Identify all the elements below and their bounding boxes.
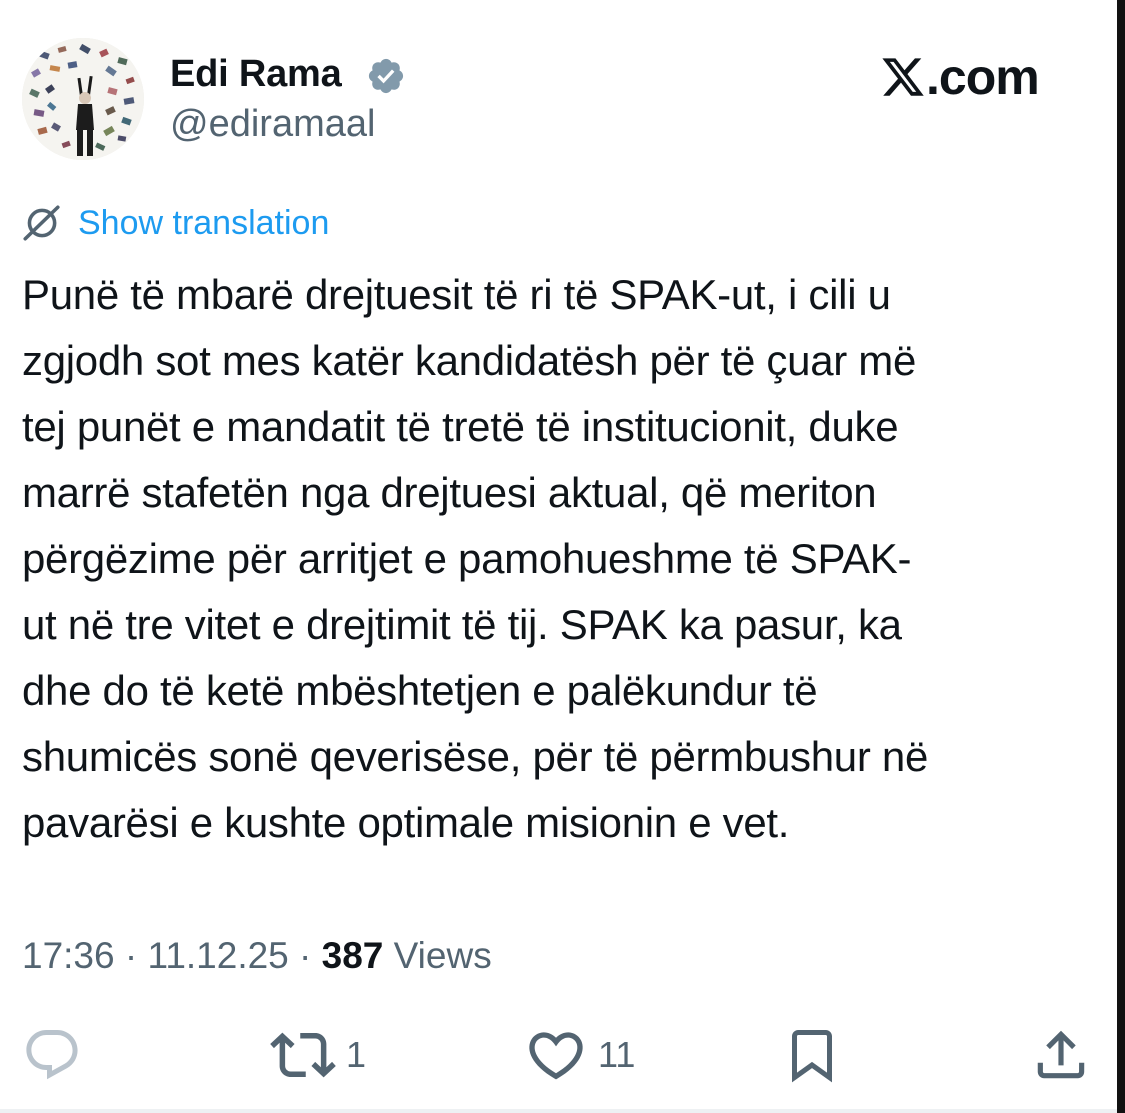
bookmark-icon — [792, 1030, 832, 1083]
retweet-button[interactable]: 1 — [270, 1020, 366, 1090]
reply-icon — [26, 1030, 78, 1080]
avatar[interactable] — [22, 38, 144, 160]
like-button[interactable]: 11 — [524, 1020, 635, 1090]
translate-icon — [23, 205, 60, 241]
show-translation-button[interactable]: Show translation — [20, 200, 329, 246]
heart-icon — [529, 1032, 583, 1080]
tweet-time[interactable]: 17:36 — [22, 935, 115, 976]
show-translation-label: Show translation — [78, 204, 330, 242]
tweet-date[interactable]: 11.12.25 — [147, 935, 288, 976]
views-count[interactable]: 387 — [322, 935, 384, 976]
display-name[interactable]: Edi Rama — [170, 50, 342, 98]
avatar-image — [22, 38, 144, 160]
bottom-divider — [0, 1109, 1117, 1113]
window-edge — [1117, 0, 1125, 1113]
tweet-meta: 17:36 · 11.12.25 · 387 Views — [22, 932, 492, 980]
views-label: Views — [393, 935, 492, 976]
share-button[interactable] — [1030, 1020, 1092, 1090]
retweet-icon — [270, 1032, 336, 1078]
tweet-actions-bar: 1 11 — [0, 1020, 1117, 1090]
retweet-count: 1 — [346, 1034, 367, 1075]
share-icon — [1037, 1030, 1085, 1079]
verified-badge-icon[interactable] — [366, 56, 406, 96]
reply-button[interactable] — [22, 1020, 92, 1090]
author-handle[interactable]: @ediramaal — [170, 100, 375, 148]
x-logo-icon — [882, 58, 924, 96]
like-count: 11 — [598, 1034, 636, 1075]
meta-separator: · — [124, 935, 138, 976]
bookmark-button[interactable] — [782, 1020, 842, 1090]
tweet-text: Punë të mbarë drejtuesit të ri të SPAK-u… — [22, 271, 929, 846]
x-logo-text: .com — [926, 49, 1040, 105]
x-com-watermark: .com — [880, 49, 1040, 105]
meta-separator: · — [299, 935, 312, 976]
